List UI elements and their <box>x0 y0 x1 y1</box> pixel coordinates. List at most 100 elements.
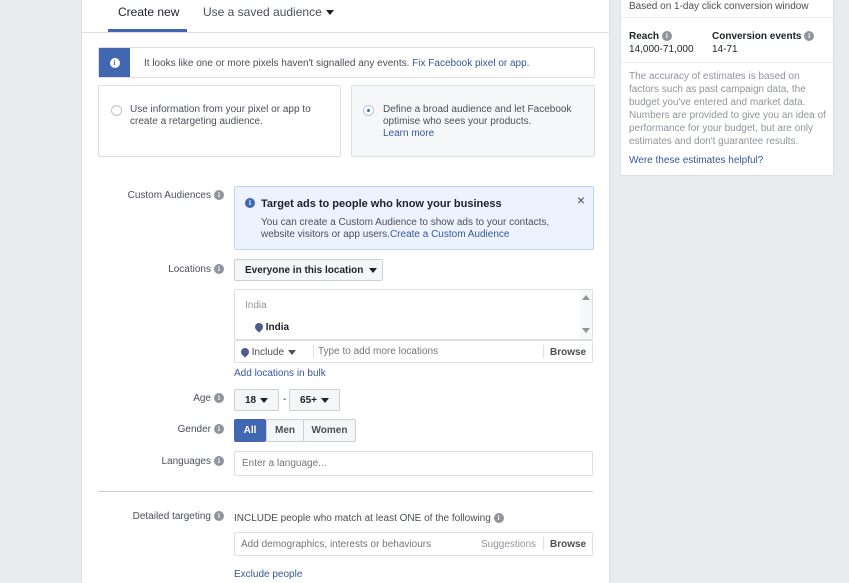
languages-label-text: Languages <box>161 456 212 467</box>
audience-panel: Create new Use a saved audience i It loo… <box>81 0 610 583</box>
retarget-line1: Use information from your pixel or app t… <box>130 104 311 115</box>
scrollbar[interactable] <box>580 290 592 339</box>
active-tab-indicator <box>108 29 187 32</box>
location-search-input[interactable] <box>318 344 538 359</box>
option-broad[interactable]: Define a broad audience and let Facebook… <box>351 85 595 157</box>
detailed-targeting-label-text: Detailed targeting <box>132 511 211 522</box>
conversion-window: Based on 1-day click conversion window <box>629 1 809 12</box>
learn-more-link[interactable]: Learn more <box>383 128 434 139</box>
gender-men-button[interactable]: Men <box>266 419 304 442</box>
estimates-helpful-link[interactable]: Were these estimates helpful? <box>629 155 763 166</box>
include-criteria-label: INCLUDE people who match at least ONE of… <box>234 513 491 524</box>
scroll-up-icon[interactable] <box>582 295 590 300</box>
divider <box>621 17 833 18</box>
notice-title: Target ads to people who know your busin… <box>261 198 502 210</box>
include-dropdown[interactable]: Include <box>239 346 297 359</box>
location-input-row: Include Browse <box>234 340 593 363</box>
exclude-people-link[interactable]: Exclude people <box>234 569 302 580</box>
broad-line1: Define a broad audience and let Facebook <box>383 104 572 115</box>
location-group: India <box>245 300 267 311</box>
include-label: Include <box>251 347 285 358</box>
detailed-targeting-input-row: Suggestions Browse <box>234 532 593 556</box>
detailed-targeting-input[interactable] <box>241 537 471 552</box>
notice-line1: You can create a Custom Audience to show… <box>261 217 550 228</box>
estimate-description: The accuracy of estimates is based on fa… <box>629 70 834 148</box>
info-icon[interactable]: i <box>214 190 224 201</box>
estimate-desc-line: performance for your budget, but are onl… <box>629 123 813 134</box>
separator <box>543 345 544 358</box>
location-type-value: Everyone in this location <box>245 264 364 276</box>
language-input[interactable] <box>234 451 593 476</box>
age-min-select[interactable]: 18 <box>234 389 279 411</box>
chevron-down-icon <box>288 349 297 355</box>
tab-create-new[interactable]: Create new <box>118 5 179 19</box>
locations-label-text: Locations <box>168 264 211 275</box>
estimate-desc-line: The accuracy of estimates is based on <box>629 71 800 82</box>
tabs-divider <box>82 32 609 33</box>
info-icon[interactable]: i <box>214 393 224 404</box>
detailed-targeting-label: Detailed targeting i <box>82 511 224 522</box>
info-icon[interactable]: i <box>214 456 224 467</box>
conversion-events-label: Conversion events i <box>712 31 815 42</box>
tab-saved-audience[interactable]: Use a saved audience <box>203 5 334 19</box>
fix-pixel-link[interactable]: Fix Facebook pixel or app. <box>412 58 529 69</box>
option-retarget[interactable]: Use information from your pixel or app t… <box>98 85 341 157</box>
chevron-down-icon <box>320 397 329 403</box>
location-pin-icon <box>253 321 265 334</box>
reach-label-text: Reach <box>629 31 660 42</box>
chevron-down-icon <box>369 267 378 273</box>
age-min-value: 18 <box>244 394 257 406</box>
scroll-down-icon[interactable] <box>582 328 590 333</box>
age-label: Age i <box>82 393 224 404</box>
gender-all-button[interactable]: All <box>234 419 266 442</box>
info-icon: i <box>245 198 255 208</box>
estimate-desc-line: factors such as past campaign data, the <box>629 84 806 95</box>
add-locations-bulk-link[interactable]: Add locations in bulk <box>234 368 326 379</box>
divider <box>621 62 833 63</box>
info-icon: i <box>99 48 130 77</box>
separator <box>313 345 314 358</box>
chevron-down-icon <box>325 10 334 16</box>
languages-label: Languages i <box>82 456 224 467</box>
browse-locations-button[interactable]: Browse <box>550 347 586 358</box>
close-icon[interactable]: × <box>577 192 585 208</box>
gender-label-text: Gender <box>177 424 211 435</box>
section-divider <box>98 491 593 492</box>
include-criteria-text: INCLUDE people who match at least ONE of… <box>234 513 504 524</box>
estimate-desc-line: estimates and don't guarantee results. <box>629 136 799 147</box>
broad-line2: optimise who sees your products. <box>383 116 532 127</box>
info-icon[interactable]: i <box>804 31 815 42</box>
info-icon[interactable]: i <box>214 264 224 275</box>
separator <box>543 537 544 550</box>
location-pin-icon <box>239 346 251 359</box>
location-item: India <box>253 321 290 334</box>
age-max-select[interactable]: 65+ <box>289 389 340 411</box>
info-icon[interactable]: i <box>214 511 224 522</box>
suggestions-button[interactable]: Suggestions <box>481 539 536 550</box>
custom-audience-notice: i Target ads to people who know your bus… <box>234 186 594 250</box>
gender-women-button[interactable]: Women <box>303 419 356 442</box>
reach-value: 14,000-71,000 <box>629 44 694 55</box>
location-list: India India <box>234 289 593 340</box>
custom-audiences-label-text: Custom Audiences <box>127 190 211 201</box>
create-custom-audience-link[interactable]: Create a Custom Audience <box>390 229 510 240</box>
age-max-value: 65+ <box>300 394 317 406</box>
info-icon[interactable]: i <box>661 31 672 42</box>
info-icon[interactable]: i <box>214 424 224 435</box>
pixel-warning-text: It looks like one or more pixels haven't… <box>144 58 410 69</box>
reach-label: Reach i <box>629 31 672 42</box>
location-type-dropdown[interactable]: Everyone in this location <box>234 259 383 281</box>
tab-saved-label: Use a saved audience <box>203 5 322 19</box>
estimate-desc-line: Numbers are provided to give you an idea… <box>629 110 826 121</box>
locations-label: Locations i <box>82 264 224 275</box>
conversion-events-value: 14-71 <box>712 44 738 55</box>
pixel-warning: i It looks like one or more pixels haven… <box>98 47 595 78</box>
broad-radio[interactable] <box>363 105 374 116</box>
chevron-down-icon <box>260 397 269 403</box>
conversion-events-label-text: Conversion events <box>712 31 802 42</box>
browse-targeting-button[interactable]: Browse <box>550 539 586 550</box>
estimate-desc-line: budget you've entered and market data. <box>629 97 806 108</box>
retarget-radio[interactable] <box>111 105 122 116</box>
location-item-label: India <box>265 322 290 333</box>
info-icon[interactable]: i <box>493 513 504 524</box>
